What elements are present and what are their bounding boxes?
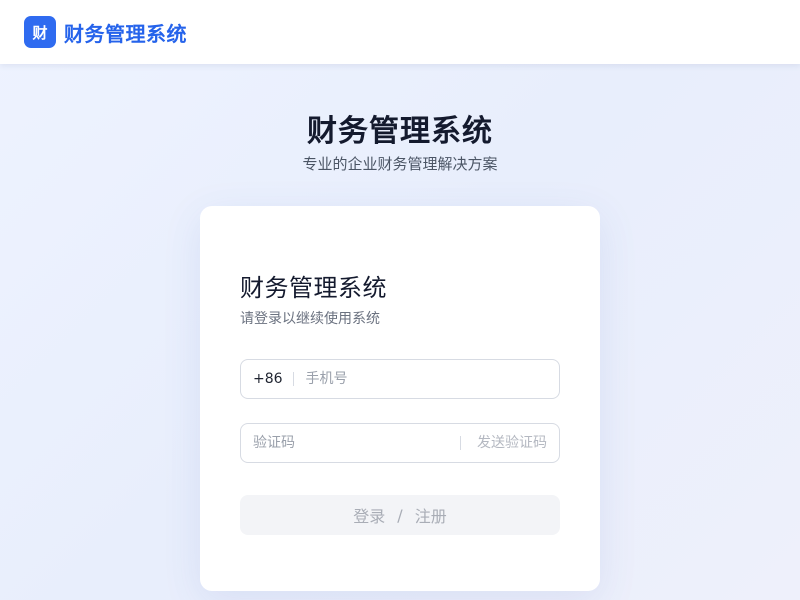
register-label: 注册 <box>414 507 447 526</box>
phone-input[interactable] <box>293 360 544 398</box>
brand-name[interactable]: 财务管理系统 <box>64 18 187 47</box>
phone-field: +86 <box>240 359 560 399</box>
login-subtitle: 请登录以继续使用系统 <box>240 311 380 327</box>
hero-title: 财务管理系统 <box>307 114 493 149</box>
logo-char: 财 <box>32 23 48 42</box>
hero-subtitle: 专业的企业财务管理解决方案 <box>302 155 498 173</box>
country-code-prefix[interactable]: +86 <box>241 372 294 386</box>
login-title: 财务管理系统 <box>240 274 387 302</box>
login-register-button[interactable]: 登录 / 注册 <box>240 495 560 535</box>
label-separator: / <box>397 505 403 525</box>
login-card: 财务管理系统 请登录以继续使用系统 +86 发送验证码 登录 / 注册 <box>200 206 600 591</box>
verification-code-input[interactable] <box>241 424 460 462</box>
login-label: 登录 <box>353 507 386 526</box>
app-logo[interactable]: 财 <box>24 16 56 48</box>
send-code-button[interactable]: 发送验证码 <box>460 436 559 450</box>
verification-code-field: 发送验证码 <box>240 423 560 463</box>
top-navigation-bar: 财 财务管理系统 <box>0 0 800 64</box>
